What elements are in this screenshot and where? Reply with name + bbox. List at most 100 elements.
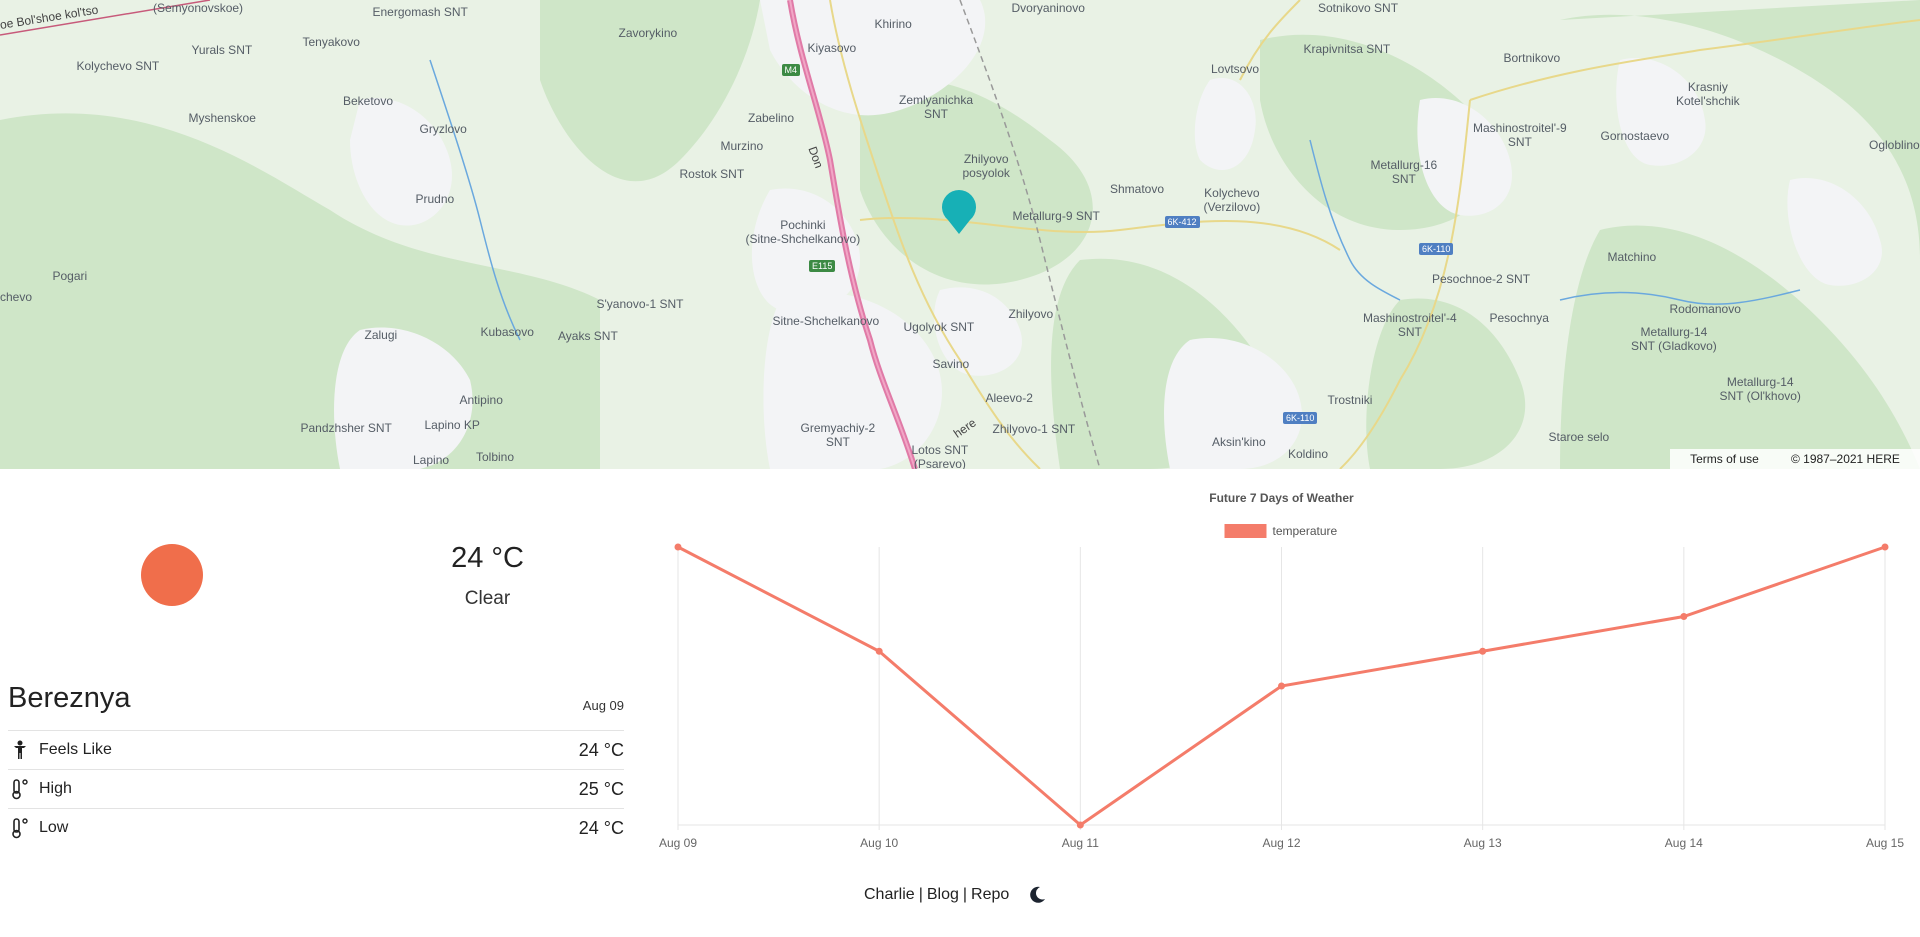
terms-of-use-link[interactable]: Terms of use [1690, 452, 1759, 466]
forecast-chart-svg: Future 7 Days of Weather temperature Aug 0… [659, 491, 1904, 850]
map-place-label: Dvoryaninovo [1011, 1, 1085, 15]
map-place-label: S'yanovo-1 SNT [596, 297, 684, 311]
map-place-label: Kolychevo SNT [76, 59, 160, 73]
footer-link-repo[interactable]: Repo [971, 886, 1009, 904]
low-label: Low [39, 819, 69, 836]
chart-title: Future 7 Days of Weather [1209, 491, 1354, 505]
road-shield: 6K-412 [1164, 216, 1200, 228]
map-place-label: Trostniki [1327, 393, 1373, 407]
map-place-label: Kiyasovo [807, 41, 857, 55]
map-place-label: Gornostaevo [1600, 129, 1670, 143]
map-place-label: Zemlyanichka SNT [899, 93, 974, 121]
thermometer-icon [8, 777, 32, 801]
feels-like-row: Feels Like 24 °C [8, 730, 624, 769]
map-place-label: Savino [932, 357, 970, 371]
map-place-label: Aleevo-2 [985, 391, 1033, 405]
map-place-label: Metallurg-9 SNT [1012, 209, 1100, 223]
feels-like-label: Feels Like [39, 741, 112, 758]
legend-swatch [1224, 524, 1267, 538]
footer-separator: | [918, 886, 923, 903]
map-place-label: Mashinostroitel'-4 SNT [1363, 311, 1457, 339]
map-place-label: Lapino [413, 453, 450, 467]
data-point [674, 543, 682, 551]
map[interactable]: Energomash SNT (Semyonovskoe) Zavorykino Kh… [0, 0, 1920, 469]
map-place-label: Krapivnitsa SNT [1303, 42, 1391, 56]
map-place-label: Energomash SNT [372, 5, 468, 19]
x-tick-label: Aug 13 [1464, 836, 1502, 850]
map-place-label: Koldino [1288, 447, 1329, 461]
map-place-label: Pesochnoe-2 SNT [1432, 272, 1531, 286]
map-place-label: Aksin'kino [1212, 435, 1266, 449]
map-place-label: Rodomanovo [1669, 302, 1741, 316]
forecast-chart: Future 7 Days of Weather temperature Aug 0… [640, 480, 1920, 860]
location-marker-icon[interactable] [940, 190, 978, 236]
x-tick-label: Aug 14 [1665, 836, 1703, 850]
map-place-label: Gryzlovo [419, 122, 467, 136]
map-place-label: Metallurg-14 SNT (Gladkovo) [1631, 325, 1717, 353]
map-place-label: Ugolyok SNT [903, 320, 975, 334]
x-tick-label: Aug 12 [1262, 836, 1300, 850]
map-place-label: Matchino [1607, 250, 1657, 264]
current-temperature: 24 °C [451, 542, 524, 574]
high-label: High [39, 780, 72, 797]
data-point [1076, 821, 1084, 829]
map-place-label: Myshenskoe [188, 111, 256, 125]
map-place-label: Prudno [415, 192, 455, 206]
map-place-label: Khirino [874, 17, 912, 31]
map-place-label: Murzino [720, 139, 764, 153]
map-place-label: Antipino [459, 393, 503, 407]
footer: Charlie | Blog | Repo [864, 885, 1047, 905]
map-place-label: Ayaks SNT [558, 329, 618, 343]
map-place-label: Lotos SNT (Psarevo) [911, 443, 969, 469]
data-point [1881, 543, 1889, 551]
map-place-label: Bortnikovo [1503, 51, 1561, 65]
map-place-label: Rostok SNT [679, 167, 745, 181]
thermometer-icon [8, 816, 32, 840]
footer-link-blog[interactable]: Blog [927, 886, 959, 904]
map-place-label: Gremyachiy-2 SNT [800, 421, 876, 449]
road-shield: 6K-110 [1419, 243, 1454, 255]
low-row: Low 24 °C [8, 808, 624, 847]
footer-separator: | [962, 886, 968, 903]
map-place-label: Yurals SNT [191, 43, 253, 57]
road-shield: M4 [781, 64, 801, 76]
map-place-label: Beketovo [343, 94, 394, 108]
x-tick-label: Aug 10 [860, 836, 898, 850]
map-place-label: Zavorykino [618, 26, 678, 40]
person-icon [8, 738, 32, 762]
moon-icon[interactable] [1027, 885, 1047, 905]
map-place-label: Lovtsovo [1211, 62, 1260, 76]
high-value: 25 °C [578, 778, 624, 799]
map-place-label: chevo [0, 290, 33, 304]
map-place-label: Zhilyovo [1008, 307, 1054, 321]
map-place-label: Metallurg-16 SNT [1370, 158, 1438, 186]
sun-icon [141, 544, 203, 606]
map-place-label: Zhilyovo-1 SNT [992, 422, 1076, 436]
footer-link-charlie[interactable]: Charlie [864, 886, 915, 904]
map-place-label: Pesochnya [1489, 311, 1549, 325]
map-place-label: Zhilyovo posyolok [962, 152, 1010, 180]
map-place-label: Pandzhsher SNT [300, 421, 392, 435]
map-place-label: Zalugi [364, 328, 398, 342]
map-attribution: Terms of use © 1987–2021 HERE [1670, 449, 1920, 469]
legend-label: temperature [1273, 524, 1338, 538]
map-place-label: Krasniy Kotel'shchik [1676, 80, 1740, 108]
feels-like-value: 24 °C [578, 739, 624, 760]
data-point [1278, 682, 1285, 690]
x-tick-label: Aug 09 [659, 836, 697, 850]
map-place-label: Zabelino [748, 111, 795, 125]
map-place-label: Metallurg-14 SNT (Ol'khovo) [1719, 375, 1801, 403]
map-place-label: (Semyonovskoe) [153, 1, 244, 15]
city-name: Bereznya [8, 682, 131, 714]
map-place-label: Staroe selo [1548, 430, 1610, 444]
weather-condition: Clear [464, 588, 511, 609]
road-shield: 6K-110 [1283, 412, 1318, 424]
map-place-label: Kubasovo [480, 325, 534, 339]
map-place-label: Pochinki (Sitne-Shchelkanovo) [745, 218, 861, 246]
current-date: Aug 09 [582, 698, 624, 713]
copyright-text: © 1987–2021 HERE [1790, 452, 1900, 466]
x-tick-label: Aug 15 [1866, 836, 1904, 850]
data-point [1479, 647, 1487, 655]
x-tick-label: Aug 11 [1062, 836, 1099, 850]
data-point [1680, 613, 1688, 620]
